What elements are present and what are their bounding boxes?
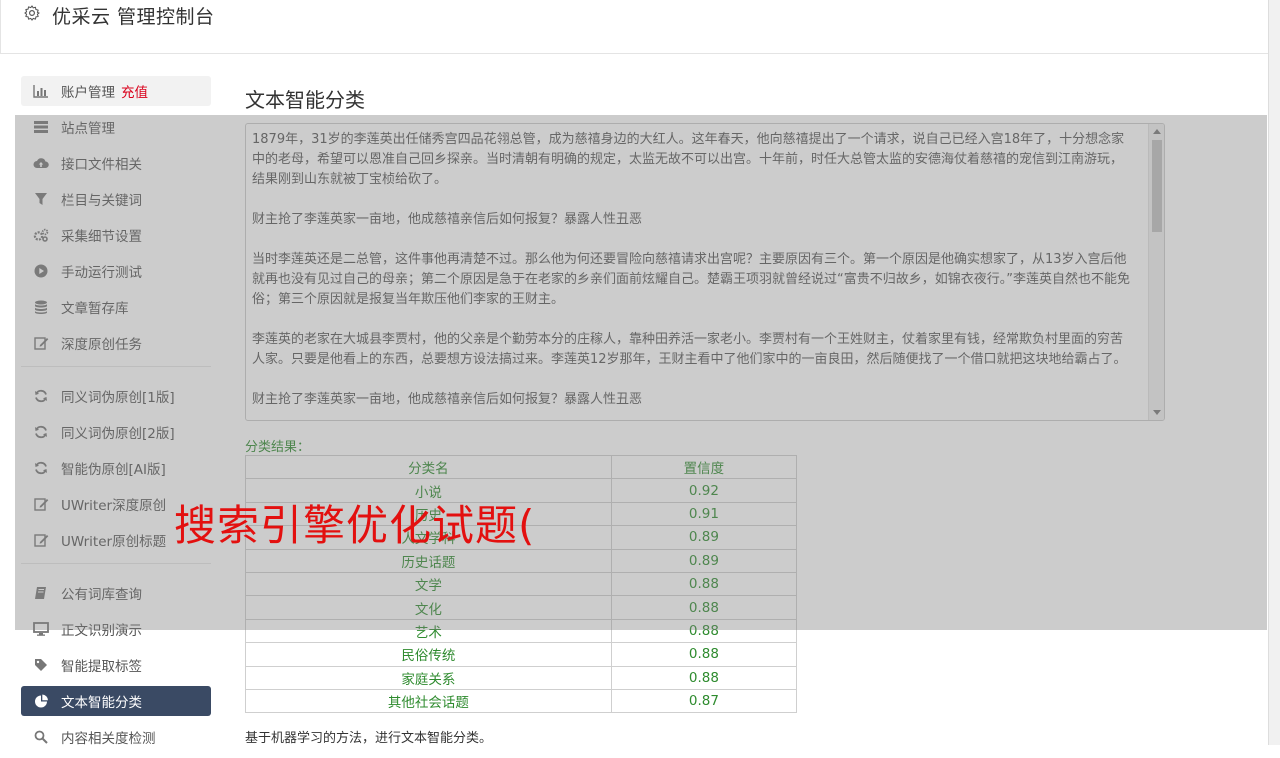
sidebar-item-label: 智能提取标签 <box>61 659 142 675</box>
sidebar-item-tag-extraction[interactable]: 智能提取标签 <box>21 650 211 680</box>
table-row: 民俗传统 0.88 <box>245 642 798 667</box>
page-title: 文本智能分类 <box>245 88 365 112</box>
sidebar-item-text-classification[interactable]: 文本智能分类 <box>21 686 211 716</box>
category-cell: 民俗传统 <box>245 642 612 667</box>
sidebar-item-label: 内容相关度检测 <box>61 731 156 747</box>
sidebar-item-relevance-check[interactable]: 内容相关度检测 <box>21 722 211 752</box>
tag-icon <box>33 657 49 673</box>
top-bar: 优采云 管理控制台 <box>0 0 1268 54</box>
gear-icon <box>24 5 40 21</box>
main-content: 文本智能分类 1879年，31岁的李莲英出任储秀宫四品花翎总管，成为慈禧身边的大… <box>245 80 1165 746</box>
search-icon <box>33 729 49 745</box>
pie-chart-icon <box>33 693 49 709</box>
confidence-cell: 0.88 <box>610 665 798 690</box>
page-scrollbar[interactable] <box>1268 0 1280 745</box>
category-cell: 家庭关系 <box>245 665 612 690</box>
app-title: 优采云 管理控制台 <box>52 6 215 28</box>
watermark-text: 搜索引擎优化试题( <box>174 501 536 550</box>
sidebar-item-label: 账户管理 <box>61 85 115 101</box>
table-row: 其他社会话题 0.87 <box>245 688 798 714</box>
category-cell: 其他社会话题 <box>245 688 612 714</box>
confidence-cell: 0.87 <box>610 688 798 714</box>
confidence-cell: 0.88 <box>610 642 798 667</box>
description-text: 基于机器学习的方法，进行文本智能分类。 <box>245 731 493 746</box>
sidebar-item-account[interactable]: 账户管理 充值 <box>21 76 211 106</box>
bar-chart-icon <box>33 83 49 99</box>
sidebar-item-label: 文本智能分类 <box>61 695 142 711</box>
table-row: 家庭关系 0.88 <box>245 665 798 690</box>
recharge-link[interactable]: 充值 <box>121 81 148 101</box>
